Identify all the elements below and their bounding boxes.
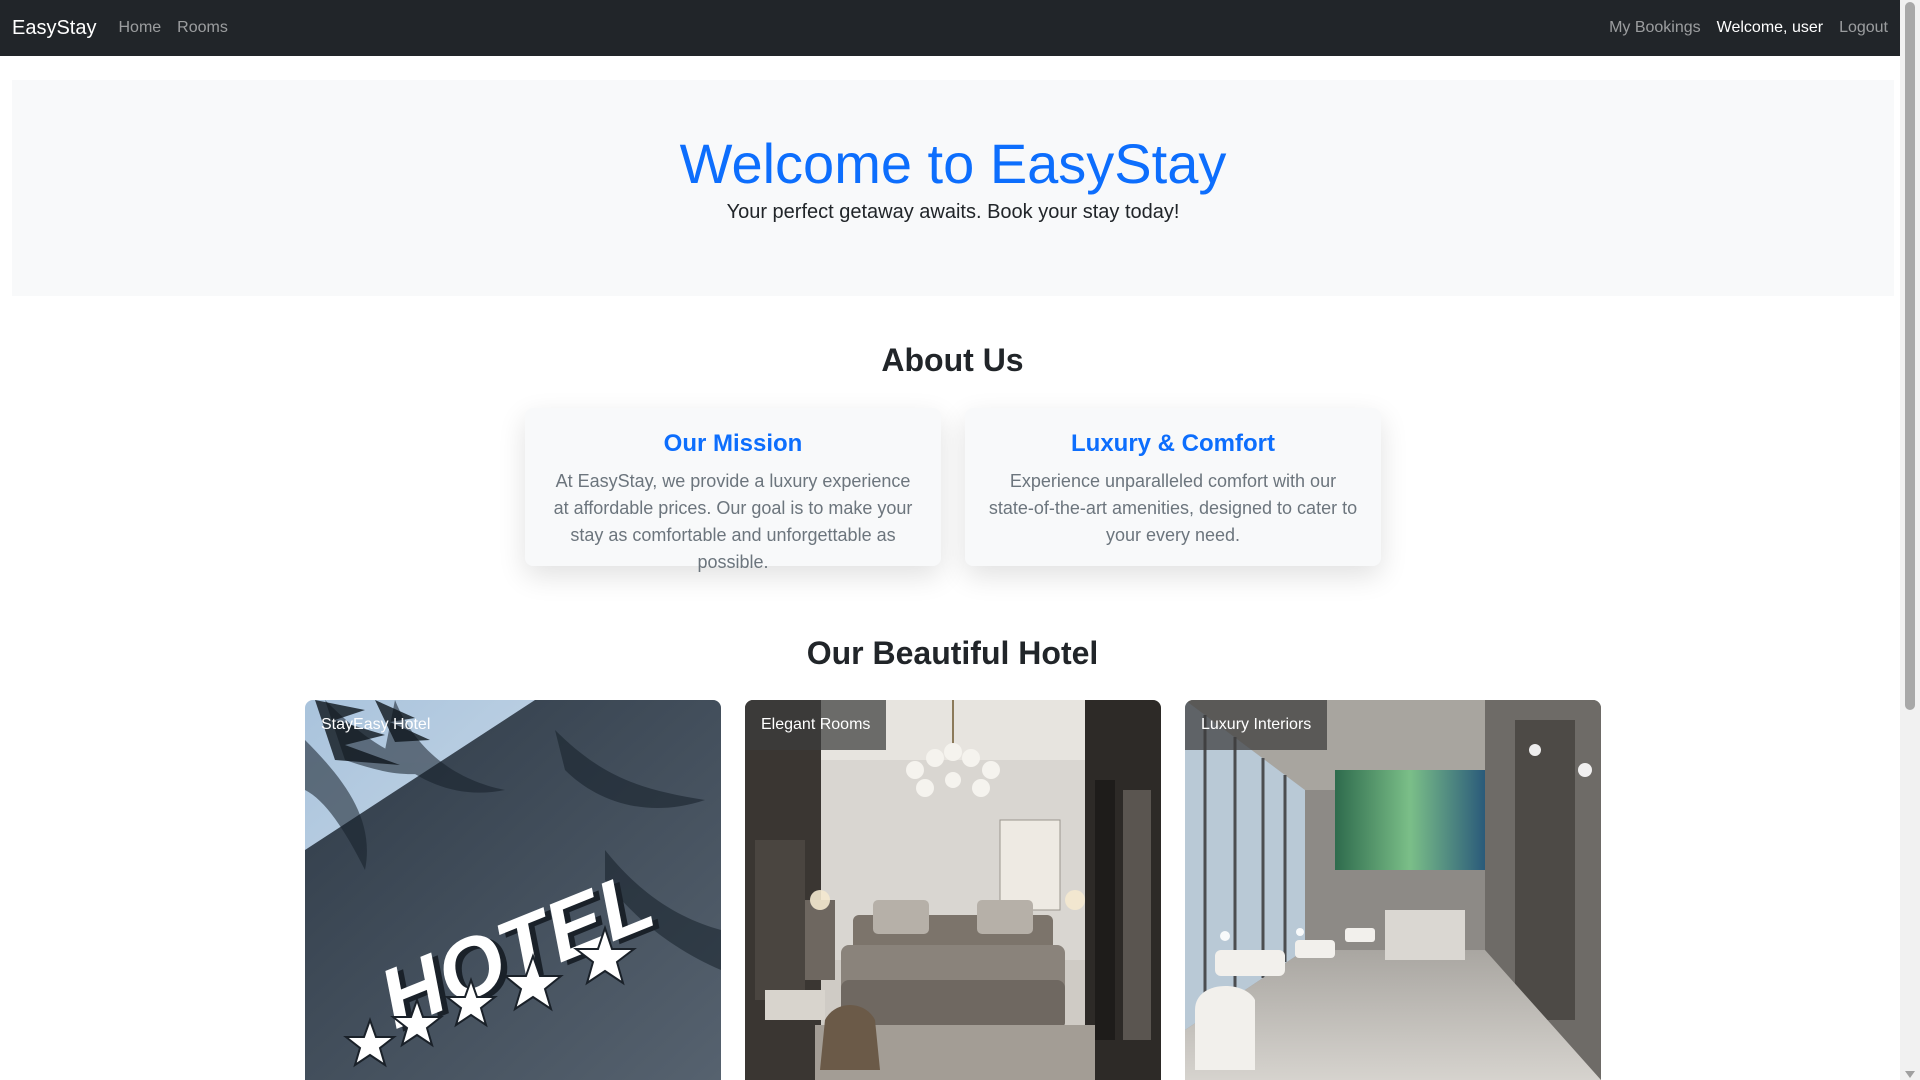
hotel-sign-illustration: HOTEL HOTEL: [305, 700, 721, 1080]
lobby-illustration: [1185, 700, 1601, 1080]
hero-subtitle: Your perfect getaway awaits. Book your s…: [726, 201, 1180, 224]
luxury-interiors-photo[interactable]: Luxury Interiors: [1185, 700, 1601, 1080]
photo-label: Elegant Rooms: [745, 700, 887, 750]
gallery-heading: Our Beautiful Hotel: [806, 635, 1099, 671]
scrollbar-thumb[interactable]: [1905, 2, 1915, 710]
luxury-comfort-card: Luxury & Comfort Experience unparalleled…: [965, 408, 1381, 566]
luxury-card-title: Luxury & Comfort: [1071, 430, 1275, 457]
bedroom-illustration: [745, 700, 1161, 1080]
welcome-user-text: Welcome, user: [1716, 19, 1824, 36]
top-navbar: EasyStay Home Rooms My Bookings Welcome,…: [0, 0, 1900, 56]
page-scrollbar[interactable]: [1900, 0, 1920, 1080]
about-us-heading: About Us: [881, 342, 1024, 378]
brand-link[interactable]: EasyStay: [12, 17, 96, 40]
hotel-exterior-photo[interactable]: HOTEL HOTEL StayEasy Hotel: [305, 700, 721, 1080]
nav-home-link[interactable]: Home: [118, 19, 161, 37]
mission-card-title: Our Mission: [663, 430, 803, 457]
nav-logout-link[interactable]: Logout: [1839, 19, 1888, 37]
nav-my-bookings-link[interactable]: My Bookings: [1609, 19, 1701, 37]
nav-rooms-link[interactable]: Rooms: [177, 19, 228, 37]
photo-label: StayEasy Hotel: [321, 716, 431, 733]
scroll-down-arrow-icon[interactable]: [1905, 1071, 1915, 1078]
nav-left-group: Home Rooms: [118, 19, 243, 37]
photo-label: Luxury Interiors: [1185, 700, 1328, 750]
luxury-card-text: Experience unparalleled comfort with our…: [988, 471, 1358, 545]
hero-banner: Welcome to EasyStay Your perfect getaway…: [12, 80, 1894, 296]
elegant-rooms-photo[interactable]: Elegant Rooms: [745, 700, 1161, 1080]
mission-card: Our Mission At EasyStay, we provide a lu…: [525, 408, 941, 572]
hero-title: Welcome to EasyStay: [679, 132, 1227, 195]
mission-card-text: At EasyStay, we provide a luxury experie…: [553, 471, 913, 572]
nav-right-group: My Bookings Welcome, user Logout: [1593, 19, 1888, 37]
